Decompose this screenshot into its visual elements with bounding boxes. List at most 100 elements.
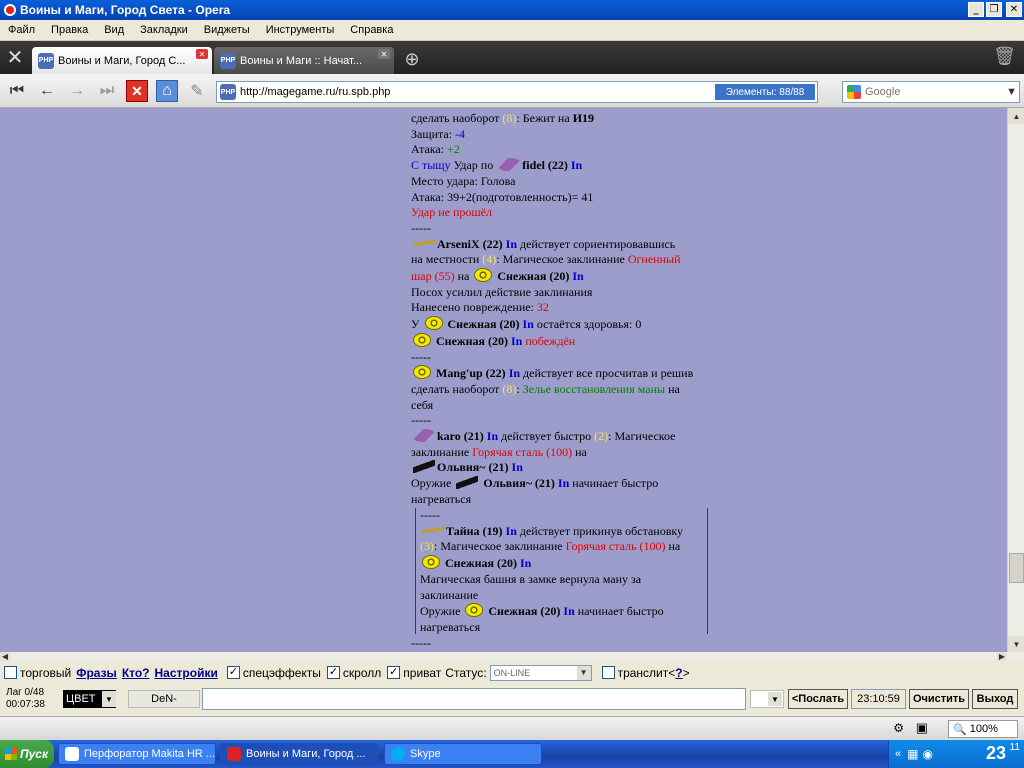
chevron-down-icon[interactable]: ▼ <box>576 665 591 680</box>
chevron-down-icon[interactable]: ▼ <box>102 691 116 707</box>
scroll-checkbox[interactable]: ✓ <box>326 666 340 679</box>
menu-bar: Файл Правка Вид Закладки Виджеты Инструм… <box>0 20 1024 41</box>
info-link[interactable]: In <box>487 429 498 443</box>
menu-widgets[interactable]: Виджеты <box>196 24 258 36</box>
tray-expand-icon[interactable]: « <box>895 748 901 760</box>
vertical-scrollbar[interactable]: ▲ ▼ <box>1007 108 1024 652</box>
network-icon[interactable]: ▦ <box>907 747 918 761</box>
close-tab-icon[interactable]: ✕ <box>196 49 208 59</box>
chevron-down-icon[interactable]: ▼ <box>768 692 782 706</box>
player-name[interactable]: Ольвия~ (21) <box>437 460 509 474</box>
tab-game[interactable]: PHP Воины и Маги, Город С... ✕ <box>32 47 212 74</box>
info-link[interactable]: In <box>523 317 534 331</box>
settings-link[interactable]: Настройки <box>155 666 218 680</box>
task-skype[interactable]: Skype <box>384 743 542 765</box>
menu-file[interactable]: Файл <box>0 24 43 36</box>
info-link[interactable]: In <box>571 158 582 172</box>
clan-icon <box>424 316 443 331</box>
color-label: ЦВЕТ <box>66 693 96 705</box>
scroll-left-icon[interactable]: ◀ <box>0 652 10 661</box>
info-link[interactable]: In <box>512 460 523 474</box>
close-tab-icon[interactable]: ✕ <box>378 49 390 59</box>
search-field[interactable]: Google ▼ <box>842 81 1020 103</box>
player-name[interactable]: Тайна (19) <box>446 524 503 538</box>
volume-icon[interactable]: ◉ <box>922 747 932 761</box>
tray-clock[interactable]: 23 <box>986 743 1006 764</box>
player-name[interactable]: Mang'up (22) <box>436 366 506 380</box>
info-link[interactable]: In <box>506 524 517 538</box>
task-perforator[interactable]: Перфоратор Makita HR ... <box>58 743 216 765</box>
nick-field[interactable]: DeN- <box>128 690 200 708</box>
menu-bookmarks[interactable]: Закладки <box>132 24 196 36</box>
scroll-thumb[interactable] <box>1009 553 1024 583</box>
log-line: Удар не прошёл <box>411 205 492 220</box>
trash-icon[interactable]: 🗑 <box>993 46 1016 67</box>
smiley-select[interactable]: ▼ <box>750 690 784 708</box>
send-button[interactable]: <Послать <box>788 689 848 709</box>
tray-clock-min: 11 <box>1009 742 1020 753</box>
close-window-button[interactable]: ✕ <box>1006 2 1022 17</box>
status-select[interactable]: ON-LINE ▼ <box>489 664 592 681</box>
chevron-down-icon[interactable]: ▼ <box>1006 86 1017 98</box>
message-input[interactable] <box>202 688 746 710</box>
player-name[interactable]: Снежная (20) <box>488 604 560 618</box>
task-game[interactable]: Воины и Маги, Город ... <box>220 743 378 765</box>
phrases-link[interactable]: Фразы <box>76 666 117 680</box>
player-name[interactable]: fidel (22) <box>522 158 568 172</box>
menu-edit[interactable]: Правка <box>43 24 96 36</box>
status-label: Статус: <box>445 665 487 680</box>
horizontal-scrollbar[interactable]: ◀ ▶ <box>0 652 1024 661</box>
menu-view[interactable]: Вид <box>96 24 132 36</box>
player-name[interactable]: Ольвия~ (21) <box>483 476 555 490</box>
tools-icon[interactable]: ✕ <box>0 41 30 74</box>
task-label: Skype <box>410 748 441 760</box>
translit-checkbox[interactable] <box>601 666 615 679</box>
zoom-select[interactable]: 🔍 100% <box>948 720 1018 738</box>
private-checkbox[interactable]: ✓ <box>387 666 401 679</box>
edit-icon[interactable]: ✎ <box>186 80 208 102</box>
back-icon[interactable]: ← <box>36 80 58 102</box>
info-link[interactable]: In <box>511 334 522 348</box>
translit-help-link[interactable]: ? <box>675 666 682 680</box>
minimize-button[interactable]: _ <box>968 2 984 17</box>
new-tab-icon[interactable]: ⊕ <box>400 47 424 71</box>
scroll-down-icon[interactable]: ▼ <box>1008 636 1024 652</box>
start-button[interactable]: Пуск <box>0 740 54 768</box>
restore-button[interactable]: ❐ <box>986 2 1002 17</box>
menu-help[interactable]: Справка <box>342 24 401 36</box>
elements-badge[interactable]: Элементы: 88/88 <box>715 84 815 100</box>
clear-button[interactable]: Очистить <box>909 689 969 709</box>
trade-checkbox[interactable] <box>4 666 17 679</box>
player-name[interactable]: Снежная (20) <box>497 269 569 283</box>
info-link[interactable]: In <box>572 269 583 283</box>
address-field[interactable]: PHP http://magegame.ru/ru.spb.php Элемен… <box>216 81 818 103</box>
player-name[interactable]: Снежная (20) <box>436 334 508 348</box>
info-link[interactable]: In <box>506 237 517 251</box>
menu-tools[interactable]: Инструменты <box>258 24 343 36</box>
who-link[interactable]: Кто? <box>122 666 150 680</box>
player-name[interactable]: Снежная (20) <box>445 556 517 570</box>
exit-button[interactable]: Выход <box>972 689 1018 709</box>
player-name[interactable]: Снежная (20) <box>448 317 520 331</box>
home-icon[interactable]: ⌂ <box>156 80 178 102</box>
rewind-icon[interactable]: ⏮ <box>6 80 28 102</box>
tab-start[interactable]: PHP Воины и Маги :: Начат... ✕ <box>214 47 394 74</box>
panels-icon[interactable]: ⚙ <box>893 721 904 735</box>
camera-icon[interactable]: ▣ <box>916 720 928 736</box>
info-link[interactable]: In <box>563 604 574 618</box>
scroll-up-icon[interactable]: ▲ <box>1008 108 1024 124</box>
log-line: Атака: +2 <box>411 142 460 157</box>
forward-icon[interactable]: → <box>66 80 88 102</box>
stop-icon[interactable]: ✕ <box>126 80 148 102</box>
fast-forward-icon[interactable]: ⏭ <box>96 80 118 102</box>
scroll-right-icon[interactable]: ▶ <box>997 652 1007 661</box>
log-line: Защита: -4 <box>411 126 466 141</box>
player-name[interactable]: ArseniX (22) <box>437 237 503 251</box>
info-link[interactable]: In <box>509 366 520 380</box>
player-name[interactable]: karo (21) <box>437 429 484 443</box>
info-link[interactable]: In <box>558 476 569 490</box>
color-select[interactable]: ЦВЕТ ▼ <box>63 690 116 708</box>
info-link[interactable]: In <box>520 556 531 570</box>
effects-checkbox[interactable]: ✓ <box>226 666 240 679</box>
log-line: Посох усилил действие заклинания <box>411 284 593 299</box>
